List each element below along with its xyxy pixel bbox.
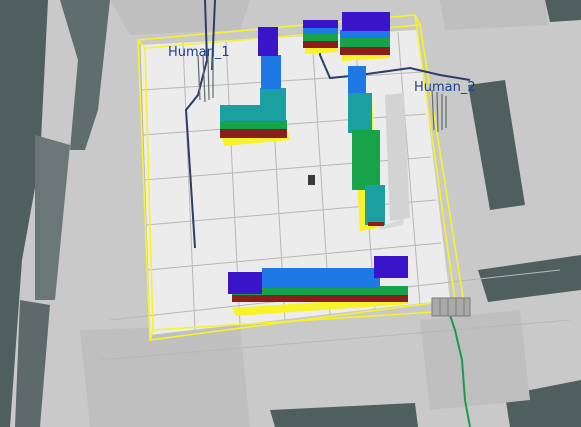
human-2-label: Human_2 [414, 80, 476, 95]
scene-canvas[interactable]: Human_1 Human_2 [0, 0, 581, 427]
robot-marker [308, 175, 315, 185]
voxel-obstacle-top-right [340, 12, 390, 61]
fence-object [431, 297, 471, 317]
human-1-label: Human_1 [168, 45, 230, 60]
rviz-3d-viewport[interactable]: Human_1 Human_2 [0, 0, 581, 427]
voxel-obstacle-top-small [303, 20, 338, 54]
